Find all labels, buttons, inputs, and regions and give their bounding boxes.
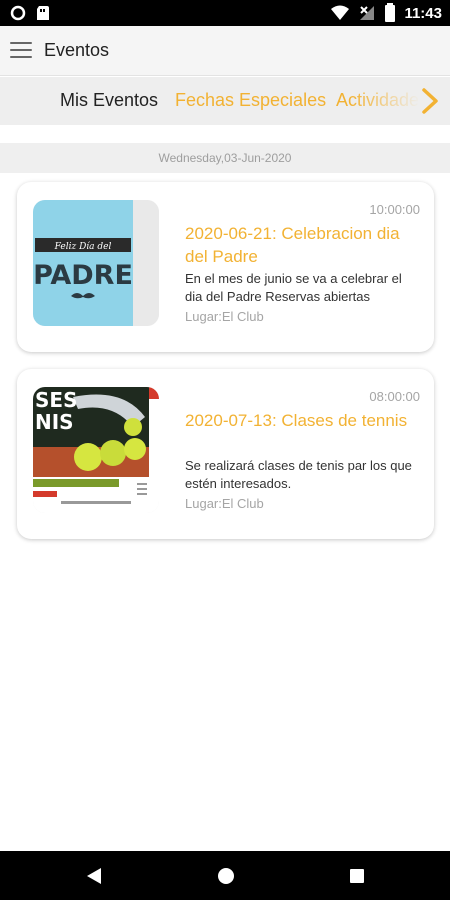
event-title[interactable]: 2020-06-21: Celebracion dia del Padre <box>185 222 415 268</box>
no-signal-icon <box>360 6 375 20</box>
event-image-tennis: SES NIS <box>33 387 159 513</box>
system-nav-bar <box>0 851 450 900</box>
event-description: Se realizará clases de tenis par los que… <box>185 458 412 491</box>
tab-mis-eventos[interactable]: Mis Eventos <box>60 90 158 111</box>
event-time: 10:00:00 <box>369 202 420 217</box>
image-top-text: SES <box>35 388 77 412</box>
event-place: Lugar:El Club <box>185 496 264 511</box>
hamburger-menu-icon[interactable] <box>10 42 32 60</box>
page-title: Eventos <box>44 40 110 60</box>
battery-icon <box>385 3 396 22</box>
home-icon[interactable] <box>216 866 236 886</box>
event-image-fathers-day: Feliz Día del PADRE <box>33 200 159 326</box>
image-banner-text: Feliz Día del <box>54 241 112 252</box>
event-card[interactable]: Feliz Día del PADRE 10:00:00 2020-06-21:… <box>17 182 434 352</box>
recents-icon[interactable] <box>349 868 365 884</box>
event-card[interactable]: SES NIS 08:00:00 2020-07-13: Clases de t… <box>17 369 434 539</box>
event-time: 08:00:00 <box>369 389 420 404</box>
tabs-bar: Mis Eventos Fechas Especiales Actividade… <box>0 77 450 125</box>
wifi-icon <box>331 5 350 20</box>
image-mid-text: NIS <box>35 410 74 434</box>
tabs-fade <box>350 77 418 125</box>
event-title[interactable]: 2020-07-13: Clases de tennis <box>185 409 415 432</box>
app-bar: Eventos <box>0 26 450 76</box>
status-bar: 11:43 <box>0 0 450 26</box>
chevron-right-icon[interactable] <box>418 87 442 115</box>
notification-circle-icon <box>10 5 26 21</box>
sd-card-icon <box>37 6 49 20</box>
tabs-strip: Mis Eventos Fechas Especiales Actividade… <box>0 77 418 125</box>
date-header: Wednesday,03-Jun-2020 <box>0 143 450 173</box>
event-place: Lugar:El Club <box>185 309 264 324</box>
event-description: En el mes de junio se va a celebrar el d… <box>185 271 402 304</box>
status-time: 11:43 <box>404 4 442 22</box>
tab-fechas-especiales[interactable]: Fechas Especiales <box>175 90 326 111</box>
image-main-text: PADRE <box>33 260 133 291</box>
back-icon[interactable] <box>86 867 102 885</box>
